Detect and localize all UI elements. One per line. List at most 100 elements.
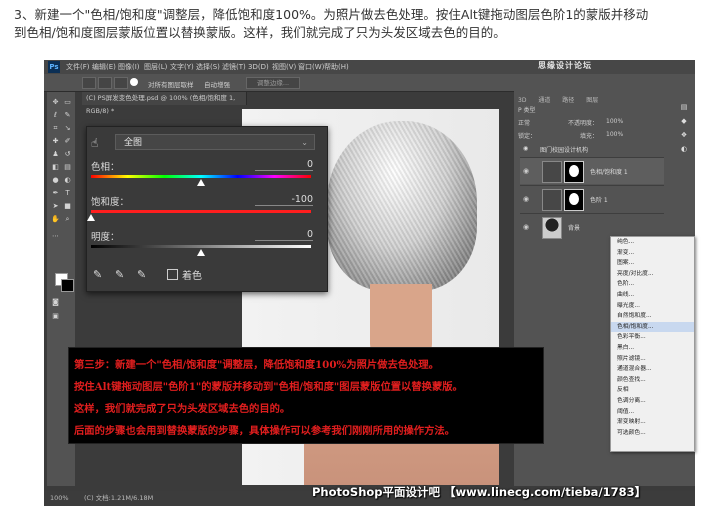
subtract-selection-icon[interactable] xyxy=(114,77,128,89)
zoom-level[interactable]: 100% xyxy=(50,491,69,506)
menu-image[interactable]: 图像(I) xyxy=(118,60,140,74)
context-menu-item[interactable]: 反相 xyxy=(611,385,694,396)
history-icon[interactable]: ▤ xyxy=(679,102,689,112)
background-color-swatch[interactable] xyxy=(61,279,74,292)
layer-kind-dropdown[interactable]: P 类型 xyxy=(518,107,536,114)
context-menu-item[interactable]: 阈值... xyxy=(611,407,694,418)
eyedropper-add-icon[interactable]: ✎ xyxy=(115,268,124,281)
shape-tool-icon[interactable]: ■ xyxy=(63,202,72,211)
context-menu-item[interactable]: 颜色查找... xyxy=(611,375,694,386)
eye-icon[interactable]: ◉ xyxy=(523,167,529,175)
target-adjust-hand-icon[interactable]: ☝ xyxy=(91,136,98,150)
context-menu-item[interactable]: 色彩平衡... xyxy=(611,332,694,343)
quick-mask-icon[interactable]: ◙ xyxy=(51,298,60,307)
brush-mode-icon[interactable] xyxy=(82,77,96,89)
context-menu-item[interactable]: 照片滤镜... xyxy=(611,354,694,365)
menu-layer[interactable]: 图层(L) xyxy=(144,60,167,74)
more-tools-icon[interactable]: ⋯ xyxy=(51,232,60,241)
properties-icon[interactable]: ◆ xyxy=(679,116,689,126)
context-menu-item[interactable]: 亮度/对比度... xyxy=(611,269,694,280)
context-menu-item[interactable]: 黑白... xyxy=(611,343,694,354)
menu-3d[interactable]: 3D(D) xyxy=(248,60,269,74)
eyedropper-subtract-icon[interactable]: ✎ xyxy=(137,268,146,281)
menu-filter[interactable]: 滤镜(T) xyxy=(222,60,246,74)
blend-mode-dropdown[interactable]: 正常 xyxy=(518,120,530,127)
layer-mask-thumbnail[interactable] xyxy=(564,189,584,211)
menu-select[interactable]: 选择(S) xyxy=(196,60,220,74)
opacity-value[interactable]: 100% xyxy=(606,118,623,125)
eye-icon[interactable]: ◉ xyxy=(523,145,528,152)
tab-paths[interactable]: 路径 xyxy=(562,97,574,104)
context-menu-item[interactable]: 可选颜色... xyxy=(611,428,694,439)
layer-group[interactable]: ◉ 图门校园设计机构 xyxy=(520,143,664,155)
brush-size-icon[interactable] xyxy=(130,78,138,86)
document-tab[interactable]: (C) PS屏发变色处理.psd @ 100% (色相/饱和度 1, RGB/8… xyxy=(82,92,247,115)
brush-tool-icon[interactable]: ✐ xyxy=(63,137,72,146)
colorize-checkbox[interactable] xyxy=(167,269,178,280)
marquee-tool-icon[interactable]: ▭ xyxy=(63,98,72,107)
eraser-tool-icon[interactable]: ◧ xyxy=(51,163,60,172)
history-brush-icon[interactable]: ↺ xyxy=(63,150,72,159)
lightness-slider-knob[interactable] xyxy=(197,249,205,256)
stamp-tool-icon[interactable]: ♟ xyxy=(51,150,60,159)
context-menu-item[interactable]: 图案... xyxy=(611,258,694,269)
context-menu-item[interactable]: 通道混合器... xyxy=(611,364,694,375)
context-menu-item[interactable]: 曲线... xyxy=(611,290,694,301)
menu-file[interactable]: 文件(F) xyxy=(66,60,90,74)
tab-channels[interactable]: 通道 xyxy=(538,97,550,104)
dodge-tool-icon[interactable]: ◐ xyxy=(63,176,72,185)
hue-value-field[interactable]: 0 xyxy=(255,159,313,171)
lightness-value-field[interactable]: 0 xyxy=(255,229,313,241)
layer-levels[interactable]: ◉ 色阶 1 xyxy=(520,185,664,212)
eyedropper-icon[interactable]: ✎ xyxy=(93,268,102,281)
refine-edge-button[interactable]: 调整边缘... xyxy=(246,77,300,89)
lightness-slider-track[interactable] xyxy=(91,245,311,248)
hue-slider-track[interactable] xyxy=(91,175,311,178)
channel-dropdown[interactable]: 全图 ⌄ xyxy=(115,134,315,150)
gradient-tool-icon[interactable]: ▤ xyxy=(63,163,72,172)
layers-icon[interactable]: ❖ xyxy=(679,130,689,140)
tab-3d[interactable]: 3D xyxy=(518,97,526,104)
menu-view[interactable]: 视图(V) xyxy=(272,60,296,74)
auto-enhance-checkbox[interactable]: 自动增强 xyxy=(204,79,230,89)
zoom-tool-icon[interactable]: ⌕ xyxy=(63,215,72,224)
sample-all-layers-checkbox[interactable]: 对所有图层取样 xyxy=(148,79,194,89)
tab-layers[interactable]: 图层 xyxy=(586,97,598,104)
screen-mode-icon[interactable]: ▣ xyxy=(51,312,60,321)
menu-help[interactable]: 帮助(H) xyxy=(324,60,349,74)
context-menu-item[interactable]: 色调分离... xyxy=(611,396,694,407)
path-select-tool-icon[interactable]: ➤ xyxy=(51,202,60,211)
context-menu-item[interactable]: 渐变映射... xyxy=(611,417,694,428)
adjust-icon[interactable]: ◐ xyxy=(679,144,689,154)
eye-icon[interactable]: ◉ xyxy=(523,195,529,203)
saturation-slider-knob[interactable] xyxy=(87,214,95,221)
menu-window[interactable]: 窗口(W) xyxy=(298,60,324,74)
add-selection-icon[interactable] xyxy=(98,77,112,89)
pen-tool-icon[interactable]: ✒ xyxy=(51,189,60,198)
quick-select-tool-icon[interactable]: ✎ xyxy=(63,111,72,120)
eyedropper-tool-icon[interactable]: ↘ xyxy=(63,124,72,133)
saturation-value-field[interactable]: -100 xyxy=(255,194,313,206)
healing-tool-icon[interactable]: ✚ xyxy=(51,137,60,146)
context-menu-item[interactable]: 曝光度... xyxy=(611,301,694,312)
fill-value[interactable]: 100% xyxy=(606,131,623,138)
type-tool-icon[interactable]: T xyxy=(63,189,72,198)
eye-icon[interactable]: ◉ xyxy=(523,223,529,231)
context-menu-item[interactable]: 色相/饱和度... xyxy=(611,321,694,333)
hand-tool-icon[interactable]: ✋ xyxy=(51,215,60,224)
context-menu-item[interactable]: 纯色... xyxy=(611,237,694,248)
menu-edit[interactable]: 编辑(E) xyxy=(92,60,116,74)
move-tool-icon[interactable]: ✥ xyxy=(51,98,60,107)
crop-tool-icon[interactable]: ⌗ xyxy=(51,124,60,133)
lock-row: 锁定： 填充： 100% xyxy=(518,131,668,140)
layer-mask-thumbnail[interactable] xyxy=(564,161,584,183)
layer-hue-saturation[interactable]: ◉ 色相/饱和度 1 xyxy=(520,157,664,184)
blur-tool-icon[interactable]: ● xyxy=(51,176,60,185)
context-menu-item[interactable]: 渐变... xyxy=(611,248,694,259)
hue-slider-knob[interactable] xyxy=(197,179,205,186)
context-menu-item[interactable]: 自然饱和度... xyxy=(611,311,694,322)
lasso-tool-icon[interactable]: ℓ xyxy=(51,111,60,120)
saturation-slider-track[interactable] xyxy=(91,210,311,213)
context-menu-item[interactable]: 色阶... xyxy=(611,279,694,290)
menu-type[interactable]: 文字(Y) xyxy=(170,60,194,74)
